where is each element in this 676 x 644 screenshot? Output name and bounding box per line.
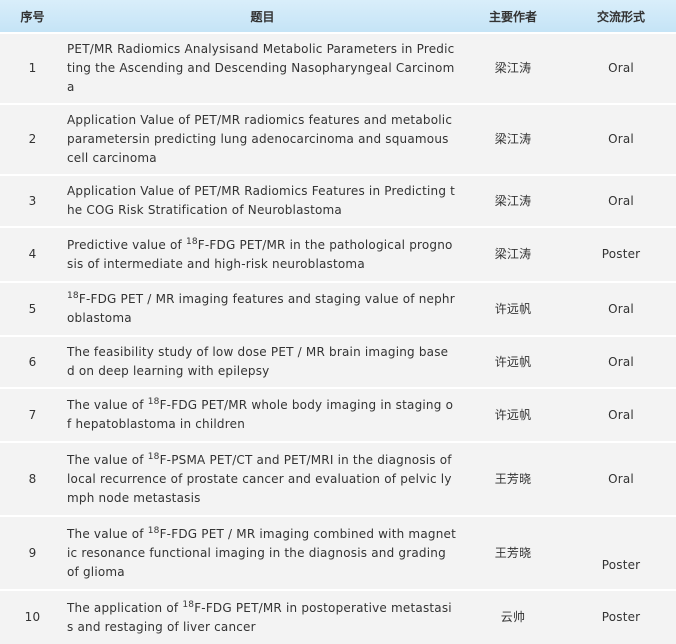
table-row: 5 18F-FDG PET / MR imaging features and …	[0, 281, 676, 336]
row-type: Poster	[566, 589, 676, 644]
table-row: 10 The application of 18F-FDG PET/MR in …	[0, 589, 676, 644]
row-title: 18F-FDG PET / MR imaging features and st…	[65, 281, 460, 336]
isotope-superscript: 18	[185, 236, 198, 247]
table-row: 1 PET/MR Radiomics Analysisand Metabolic…	[0, 32, 676, 104]
row-type: Oral	[566, 387, 676, 442]
row-type: Oral	[566, 103, 676, 175]
row-no: 4	[0, 226, 65, 282]
table-row: 9 The value of 18F-FDG PET / MR imaging …	[0, 515, 676, 590]
isotope-superscript: 18	[67, 291, 79, 301]
header-no: 序号	[0, 0, 65, 34]
row-title: Predictive value of 18F-FDG PET/MR in th…	[65, 226, 460, 282]
title-text: Application Value of PET/MR Radiomics Fe…	[67, 184, 456, 217]
row-author: 许远帆	[460, 281, 566, 336]
row-type: Oral	[566, 335, 676, 388]
row-title: The value of 18F-FDG PET/MR whole body i…	[65, 387, 460, 442]
row-title: The value of 18F-PSMA PET/CT and PET/MRI…	[65, 441, 460, 516]
title-prefix: The value of	[67, 398, 148, 412]
row-no: 9	[0, 515, 65, 590]
row-no: 3	[0, 174, 65, 227]
row-author: 梁江涛	[460, 174, 566, 227]
row-type: Oral	[566, 441, 676, 516]
title-prefix: The application of	[67, 600, 183, 615]
table-row: 3 Application Value of PET/MR Radiomics …	[0, 174, 676, 227]
table-row: 7 The value of 18F-FDG PET/MR whole body…	[0, 387, 676, 442]
title-text: F-FDG PET / MR imaging features and stag…	[67, 292, 455, 325]
row-title: Application Value of PET/MR radiomics fe…	[65, 103, 460, 175]
table-row: 2 Application Value of PET/MR radiomics …	[0, 103, 676, 175]
title-prefix: Predictive value of	[67, 237, 186, 252]
header-author: 主要作者	[460, 0, 566, 34]
row-title: The application of 18F-FDG PET/MR in pos…	[65, 589, 460, 644]
row-author: 许远帆	[460, 387, 566, 442]
row-type: Poster	[566, 226, 676, 282]
row-no: 2	[0, 103, 65, 175]
row-type: Oral	[566, 32, 676, 104]
header-row: 序号 题目 主要作者 交流形式	[0, 0, 676, 34]
row-author: 王芳晓	[460, 441, 566, 516]
row-type: Poster	[566, 515, 676, 590]
table-body: 1 PET/MR Radiomics Analysisand Metabolic…	[0, 32, 676, 644]
row-no: 1	[0, 32, 65, 104]
row-no: 7	[0, 387, 65, 442]
row-no: 5	[0, 281, 65, 336]
isotope-superscript: 18	[147, 451, 160, 462]
row-type: Oral	[566, 174, 676, 227]
table-row: 4 Predictive value of 18F-FDG PET/MR in …	[0, 226, 676, 282]
row-title: Application Value of PET/MR Radiomics Fe…	[65, 174, 460, 227]
row-no: 8	[0, 441, 65, 516]
row-author: 梁江涛	[460, 32, 566, 104]
isotope-superscript: 18	[147, 397, 160, 407]
title-text: The feasibility study of low dose PET / …	[67, 345, 449, 378]
table-row: 8 The value of 18F-PSMA PET/CT and PET/M…	[0, 441, 676, 516]
row-title: The feasibility study of low dose PET / …	[65, 335, 460, 388]
isotope-superscript: 18	[182, 599, 195, 610]
row-no: 6	[0, 335, 65, 388]
row-author: 梁江涛	[460, 103, 566, 175]
row-author: 许远帆	[460, 335, 566, 388]
isotope-superscript: 18	[147, 525, 160, 536]
row-type: Oral	[566, 281, 676, 336]
title-prefix: The value of	[67, 526, 148, 541]
presentation-table: 序号 题目 主要作者 交流形式 1 PET/MR Radiomics Analy…	[0, 0, 676, 644]
table-row: 6 The feasibility study of low dose PET …	[0, 335, 676, 388]
header-type: 交流形式	[566, 0, 676, 34]
title-prefix: The value of	[67, 452, 148, 467]
row-title: The value of 18F-FDG PET / MR imaging co…	[65, 515, 460, 590]
row-author: 梁江涛	[460, 226, 566, 282]
table-header: 序号 题目 主要作者 交流形式	[0, 0, 676, 34]
header-title: 题目	[65, 0, 460, 34]
row-author: 王芳晓	[460, 515, 566, 590]
title-text: Application Value of PET/MR radiomics fe…	[67, 113, 453, 165]
row-title: PET/MR Radiomics Analysisand Metabolic P…	[65, 32, 460, 104]
row-no: 10	[0, 589, 65, 644]
title-text: PET/MR Radiomics Analysisand Metabolic P…	[67, 42, 455, 94]
row-author: 云帅	[460, 589, 566, 644]
